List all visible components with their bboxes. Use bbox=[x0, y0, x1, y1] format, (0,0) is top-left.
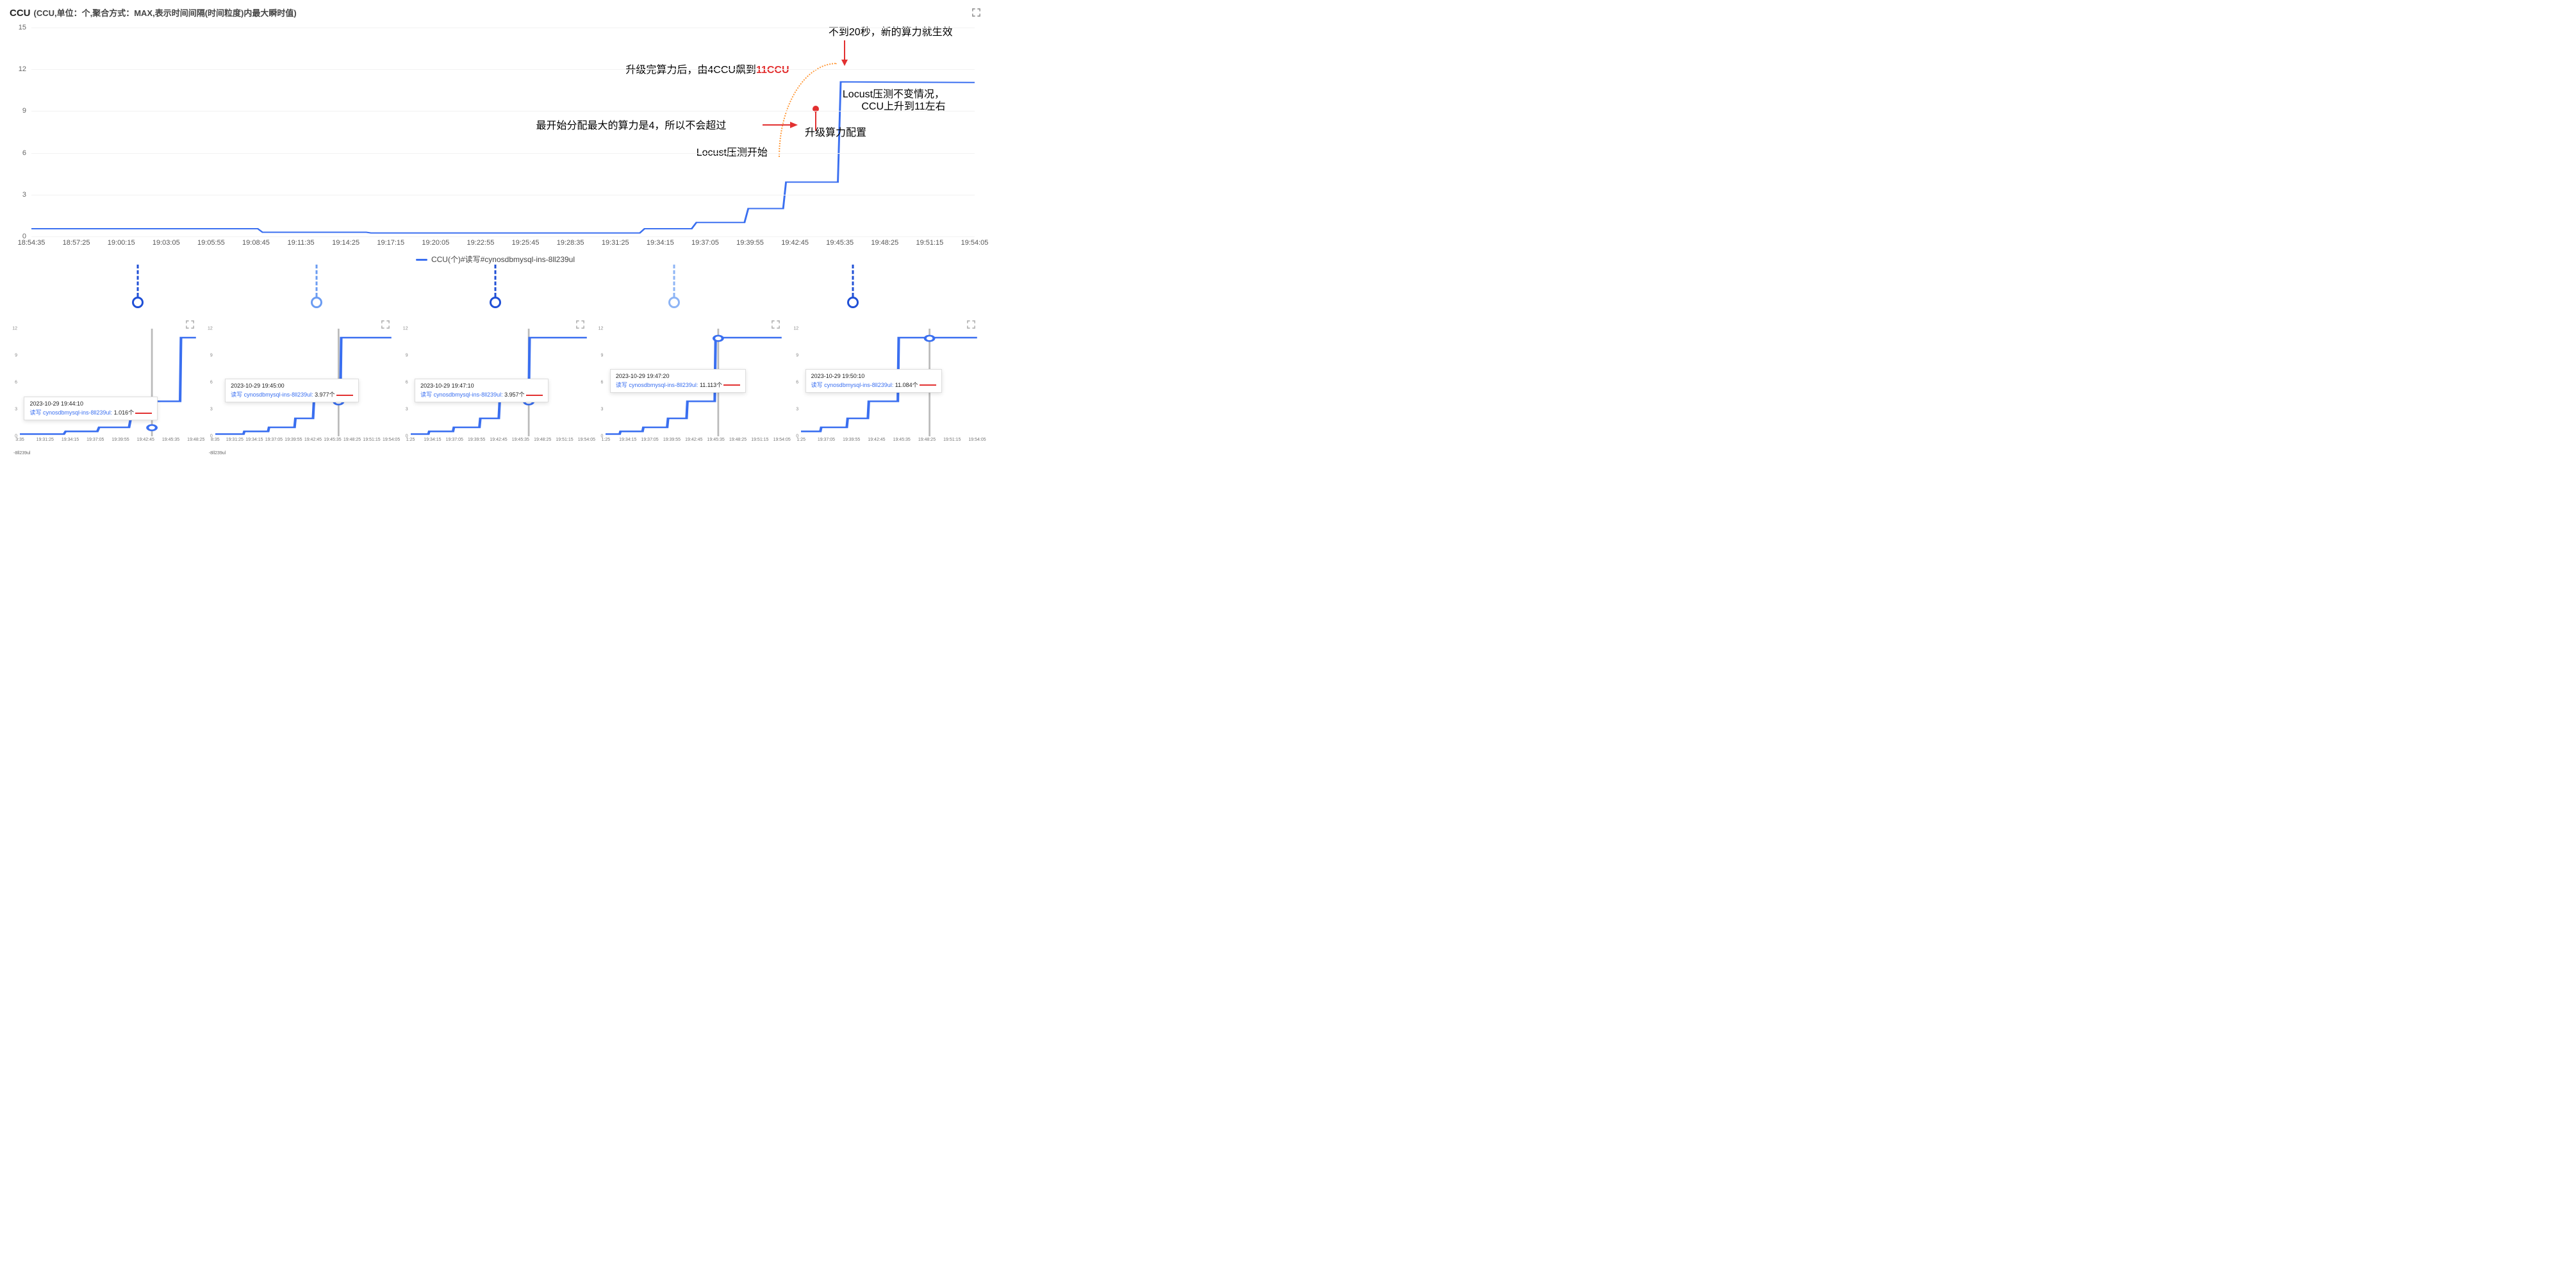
x-tick: 19:45:35 bbox=[826, 239, 854, 247]
legend-swatch bbox=[416, 259, 427, 261]
x-tick: 19:11:35 bbox=[288, 239, 315, 247]
x-tick: 19:39:55 bbox=[736, 239, 764, 247]
x-tick: 19:08:45 bbox=[242, 239, 270, 247]
y-tick: 3 bbox=[22, 191, 26, 199]
expand-icon[interactable] bbox=[381, 320, 390, 329]
plot-area: 不到20秒，新的算力就生效升级完算力后，由4CCU飙到11CCU最开始分配最大的… bbox=[31, 28, 975, 236]
x-tick: 19:42:45 bbox=[781, 239, 809, 247]
x-tick: 19:05:55 bbox=[197, 239, 225, 247]
x-tick: 19:25:45 bbox=[512, 239, 540, 247]
x-tick: 19:00:15 bbox=[108, 239, 135, 247]
annotation-text: 升级完算力后，由4CCU飙到11CCU bbox=[625, 61, 789, 76]
arrow-right-icon bbox=[763, 121, 798, 129]
x-tick: 19:17:15 bbox=[377, 239, 404, 247]
connector-lollipop bbox=[670, 265, 679, 309]
chart-tooltip: 2023-10-29 19:47:10读写 cynosdbmysql-ins-8… bbox=[415, 379, 549, 402]
connector-lollipop bbox=[312, 265, 321, 309]
connector-lollipop bbox=[133, 265, 142, 309]
x-tick: 18:57:25 bbox=[63, 239, 90, 247]
legend-label: CCU(个)#读写#cynosdbmysql-ins-8ll239ul bbox=[431, 255, 575, 264]
mini-legend: -8ll239ul bbox=[13, 451, 30, 456]
annotation-text: 升级算力配置 bbox=[805, 124, 866, 139]
mini-chart[interactable]: 0369122023-10-29 19:47:20读写 cynosdbmysql… bbox=[597, 316, 784, 456]
grid-line bbox=[31, 236, 975, 237]
mini-chart[interactable]: 0369122023-10-29 19:44:10读写 cynosdbmysql… bbox=[11, 316, 199, 456]
y-axis: 03691215 bbox=[10, 28, 29, 236]
thumbnails-row: 0369122023-10-29 19:44:10读写 cynosdbmysql… bbox=[10, 316, 981, 456]
grid-line bbox=[31, 153, 975, 154]
x-tick: 19:34:15 bbox=[647, 239, 674, 247]
x-tick: 19:03:05 bbox=[153, 239, 180, 247]
chart-subtitle: (CCU,单位：个,聚合方式：MAX,表示时间间隔(时间粒度)内最大瞬时值) bbox=[34, 6, 297, 19]
y-tick: 15 bbox=[19, 24, 26, 31]
expand-icon[interactable] bbox=[185, 320, 195, 329]
chart-tooltip: 2023-10-29 19:47:20读写 cynosdbmysql-ins-8… bbox=[610, 369, 746, 393]
x-tick: 19:37:05 bbox=[691, 239, 719, 247]
y-tick: 12 bbox=[19, 65, 26, 73]
mini-chart[interactable]: 0369122023-10-29 19:50:10读写 cynosdbmysql… bbox=[792, 316, 980, 456]
expand-icon[interactable] bbox=[966, 320, 976, 329]
chart-tooltip: 2023-10-29 19:45:00读写 cynosdbmysql-ins-8… bbox=[225, 379, 359, 402]
connector-lollipop bbox=[848, 265, 857, 309]
chart-title: CCU bbox=[10, 8, 31, 19]
mini-chart[interactable]: 0369122023-10-29 19:47:10读写 cynosdbmysql… bbox=[402, 316, 590, 456]
connector-row bbox=[10, 265, 981, 316]
x-tick: 19:22:55 bbox=[467, 239, 495, 247]
connector-lollipop bbox=[491, 265, 500, 309]
y-tick: 6 bbox=[22, 149, 26, 157]
x-tick: 19:31:25 bbox=[602, 239, 629, 247]
mini-legend: -8ll239ul bbox=[209, 451, 226, 456]
expand-icon[interactable] bbox=[971, 8, 981, 17]
chart-tooltip: 2023-10-29 19:50:10读写 cynosdbmysql-ins-8… bbox=[805, 369, 942, 393]
mini-chart[interactable]: 0369122023-10-29 19:45:00读写 cynosdbmysql… bbox=[206, 316, 394, 456]
chart-header: CCU (CCU,单位：个,聚合方式：MAX,表示时间间隔(时间粒度)内最大瞬时… bbox=[10, 6, 981, 19]
chart-tooltip: 2023-10-29 19:44:10读写 cynosdbmysql-ins-8… bbox=[24, 397, 158, 420]
annotation-text: 不到20秒，新的算力就生效 bbox=[829, 23, 953, 38]
main-chart[interactable]: 03691215 不到20秒，新的算力就生效升级完算力后，由4CCU飙到11CC… bbox=[10, 21, 981, 265]
x-tick: 19:20:05 bbox=[422, 239, 449, 247]
x-tick: 19:54:05 bbox=[961, 239, 989, 247]
x-tick: 19:28:35 bbox=[557, 239, 584, 247]
annotation-text: Locust压测开始 bbox=[697, 144, 768, 159]
annotation-text: 最开始分配最大的算力是4，所以不会超过 bbox=[536, 117, 727, 132]
x-tick: 18:54:35 bbox=[18, 239, 45, 247]
chart-legend: CCU(个)#读写#cynosdbmysql-ins-8ll239ul bbox=[10, 254, 981, 265]
expand-icon[interactable] bbox=[771, 320, 780, 329]
expand-icon[interactable] bbox=[575, 320, 585, 329]
grid-line bbox=[31, 69, 975, 70]
x-tick: 19:14:25 bbox=[332, 239, 359, 247]
y-tick: 9 bbox=[22, 107, 26, 115]
x-tick: 19:51:15 bbox=[916, 239, 943, 247]
x-tick: 19:48:25 bbox=[871, 239, 898, 247]
arrow-down-icon bbox=[841, 40, 848, 66]
x-axis: 18:54:3518:57:2519:00:1519:03:0519:05:55… bbox=[31, 239, 975, 251]
